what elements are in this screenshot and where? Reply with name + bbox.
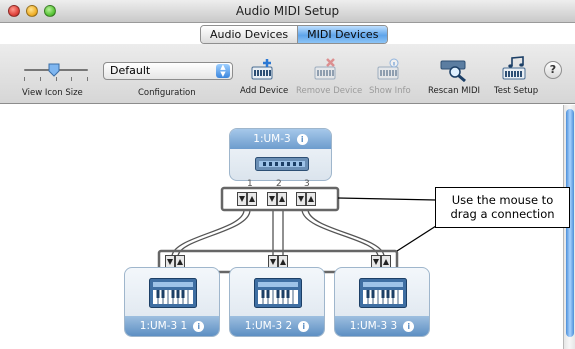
instruction-callout: Use the mouse to drag a connection [435,187,570,228]
info-icon[interactable]: i [193,321,205,332]
interface-port-1[interactable] [237,192,257,206]
device-card-1[interactable]: 1:UM-3 1 i [124,267,220,337]
device-1-name-bar: 1:UM-3 1 i [125,316,219,336]
info-icon[interactable]: i [298,321,310,332]
device-card-3[interactable]: 1:UM-3 3 i [334,267,430,337]
device-3-name-bar: 1:UM-3 3 i [335,316,429,336]
device-card-2[interactable]: 1:UM-3 2 i [229,267,325,337]
callout-line-1: Use the mouse to [451,193,554,207]
audio-midi-setup-window: Audio MIDI Setup Audio Devices MIDI Devi… [0,0,575,349]
callout-pointer-lower [396,225,437,252]
callout-pointer-upper [337,197,437,201]
midi-cables [171,209,385,257]
device-1-name: 1:UM-3 1 [139,320,188,332]
info-icon[interactable]: i [403,321,415,332]
keyboard-icon [149,278,197,308]
device-2-name-bar: 1:UM-3 2 i [230,316,324,336]
callout-line-2: drag a connection [450,207,555,221]
interface-port-2[interactable] [267,192,287,206]
keyboard-icon [359,278,407,308]
interface-port-3[interactable] [296,192,316,206]
keyboard-icon [254,278,302,308]
device-3-name: 1:UM-3 3 [349,320,398,332]
device-2-name: 1:UM-3 2 [244,320,293,332]
